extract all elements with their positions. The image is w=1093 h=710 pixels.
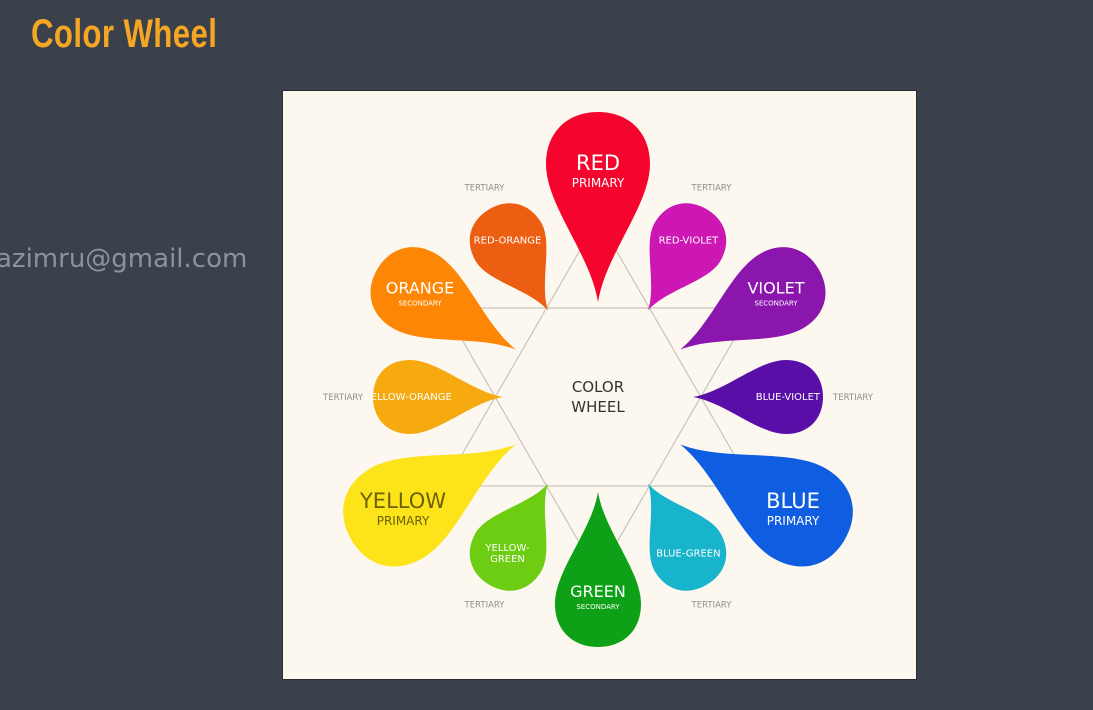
petal-red: REDPRIMARY <box>546 112 650 302</box>
petal-name-green: GREEN <box>570 582 626 601</box>
petal-name-blue-green: BLUE-GREEN <box>656 549 720 560</box>
petal-name-yellow: YELLOW <box>359 489 446 513</box>
petal-name-yellow-green: YELLOW-GREEN <box>484 543 530 565</box>
petal-name-blue-violet: BLUE-VIOLET <box>756 392 821 403</box>
color-wheel-svg: REDPRIMARYRED-VIOLETVIOLETSECONDARYBLUE-… <box>322 112 874 647</box>
petal-name-blue: BLUE <box>766 489 820 513</box>
center-label-line2: WHEEL <box>571 398 625 416</box>
petal-sub-red: PRIMARY <box>572 176 625 190</box>
petal-sub-orange: SECONDARY <box>398 300 442 308</box>
email-watermark: azimru@gmail.com <box>0 244 248 274</box>
page-title: Color Wheel <box>31 12 218 56</box>
tertiary-label-red-orange: TERTIARY <box>464 183 506 193</box>
tertiary-label-red-violet: TERTIARY <box>691 183 733 193</box>
petal-name-orange: ORANGE <box>386 279 454 298</box>
petal-sub-green: SECONDARY <box>576 603 620 611</box>
petal-sub-yellow: PRIMARY <box>377 514 430 528</box>
petal-sub-blue: PRIMARY <box>767 514 820 528</box>
petal-name-yellow-orange: YELLOW-ORANGE <box>364 392 452 403</box>
petal-name-red-violet: RED-VIOLET <box>659 235 720 246</box>
petal-name-red: RED <box>576 151 620 175</box>
petal-blue-violet: BLUE-VIOLET <box>693 360 823 434</box>
color-wheel-diagram: RED PRIMARY RED-VIOLET VIOLET SECONDARY BLUE-… <box>282 90 917 680</box>
tertiary-label-yellow-green: TERTIARY <box>464 601 506 611</box>
tertiary-label-yellow-orange: TERTIARY <box>322 393 364 403</box>
tertiary-label-blue-violet: TERTIARY <box>832 393 874 403</box>
petal-sub-violet: SECONDARY <box>754 300 798 308</box>
petal-shape-green <box>555 492 641 647</box>
petal-yellow-orange: YELLOW-ORANGE <box>364 360 503 434</box>
petal-name-red-orange: RED-ORANGE <box>474 235 542 246</box>
petal-shape-red <box>546 112 650 302</box>
tertiary-label-blue-green: TERTIARY <box>691 601 733 611</box>
petal-name-violet: VIOLET <box>747 279 804 298</box>
center-label-line1: COLOR <box>572 378 624 396</box>
petal-green: GREEN SECONDARY <box>555 492 641 647</box>
